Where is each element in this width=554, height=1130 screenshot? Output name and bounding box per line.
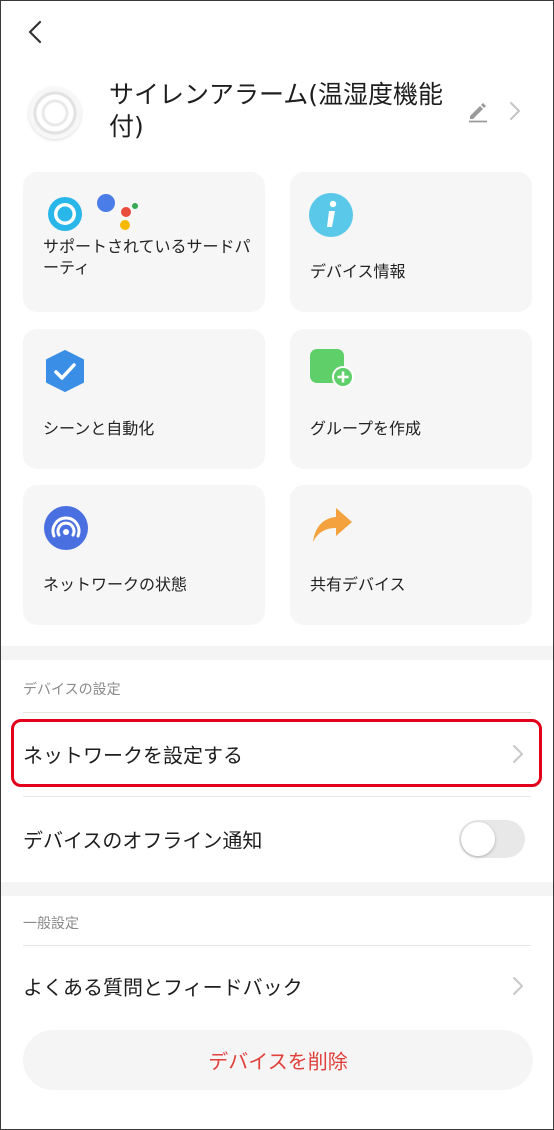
card-device-info[interactable]: デバイス情報 (290, 172, 532, 312)
row-label: ネットワークを設定する (23, 743, 243, 768)
card-scenes-automation[interactable]: シーンと自動化 (23, 329, 265, 469)
row-label: デバイスのオフライン通知 (23, 828, 263, 853)
section-header: 一般設定 (23, 916, 79, 932)
card-share-device[interactable]: 共有デバイス (290, 485, 532, 625)
info-icon (309, 193, 353, 237)
device-settings-screen: サイレンアラーム(温湿度機能付) サポートされているサードパーティ デバイス情報… (0, 0, 554, 1130)
section-header: デバイスの設定 (23, 682, 121, 698)
alexa-icon (48, 197, 82, 231)
device-settings-section: デバイスの設定 ネットワークを設定する デバイスのオフライン通知 (1, 660, 553, 882)
card-label: ネットワークの状態 (43, 575, 188, 594)
row-label: よくある質問とフィードバック (23, 975, 303, 1000)
delete-device-label: デバイスを削除 (208, 1049, 348, 1074)
device-thumbnail (29, 87, 81, 139)
card-label: サポートされているサードパーティ (43, 237, 251, 277)
back-arrow-icon[interactable] (23, 17, 49, 47)
toggle-knob (461, 822, 495, 856)
card-label: 共有デバイス (310, 575, 406, 594)
share-arrow-icon (313, 508, 352, 542)
card-third-party[interactable]: サポートされているサードパーティ (23, 172, 265, 312)
card-create-group[interactable]: グループを作成 (290, 329, 532, 469)
faq-feedback-row[interactable]: よくある質問とフィードバック (1, 951, 553, 1021)
chevron-right-icon (513, 745, 523, 763)
divider (23, 796, 531, 797)
divider (23, 945, 531, 946)
general-settings-section: 一般設定 よくある質問とフィードバック (1, 896, 553, 1129)
edit-pencil-icon[interactable] (466, 99, 490, 123)
network-signal-icon (44, 506, 88, 550)
card-label: グループを作成 (310, 419, 422, 438)
delete-device-button[interactable]: デバイスを削除 (23, 1030, 533, 1090)
card-label: デバイス情報 (310, 262, 406, 281)
network-setup-row[interactable]: ネットワークを設定する (1, 719, 553, 789)
card-network-status[interactable]: ネットワークの状態 (23, 485, 265, 625)
title-chevron-right-icon[interactable] (507, 99, 523, 123)
offline-notification-toggle[interactable] (459, 820, 525, 858)
offline-notification-row: デバイスのオフライン通知 (1, 804, 553, 874)
chevron-right-icon (513, 977, 523, 995)
automation-check-icon (46, 350, 84, 392)
add-group-icon (310, 349, 354, 388)
divider (23, 712, 531, 713)
google-assistant-icon (97, 194, 138, 230)
card-label: シーンと自動化 (43, 419, 155, 438)
device-title: サイレンアラーム(温湿度機能付) (109, 80, 444, 141)
top-panel: サイレンアラーム(温湿度機能付) サポートされているサードパーティ デバイス情報… (1, 1, 553, 646)
